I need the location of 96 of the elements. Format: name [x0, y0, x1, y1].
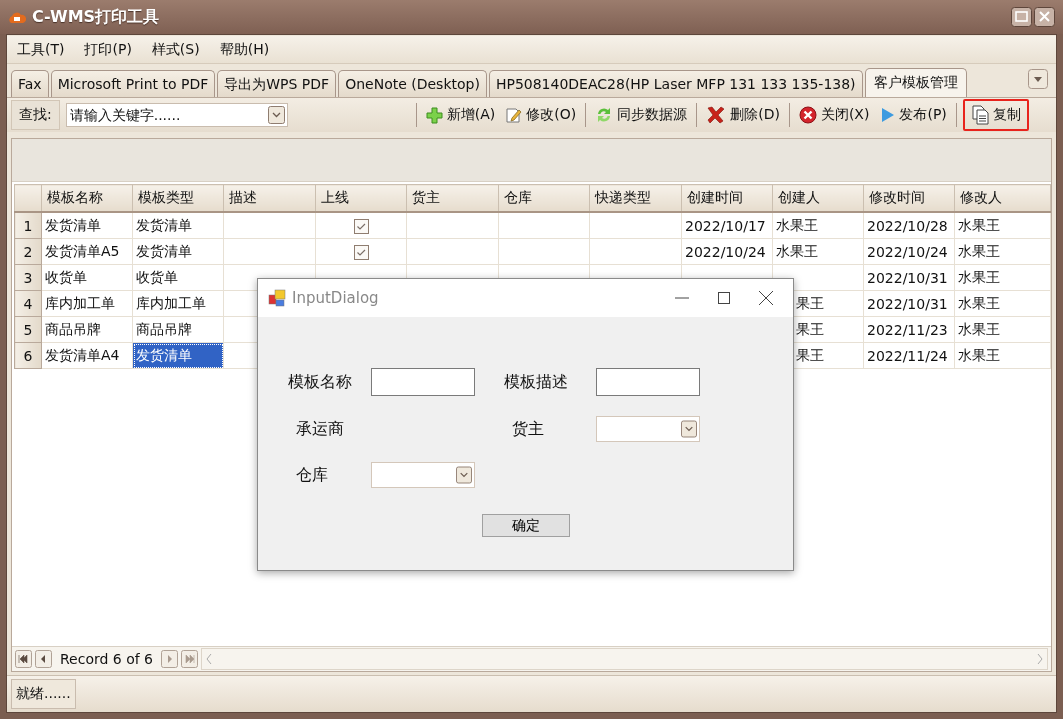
row-header[interactable]: 6 [14, 342, 42, 369]
menu-item[interactable]: 打印(P) [78, 37, 138, 62]
table-cell: 商品吊牌 [132, 316, 224, 343]
row-header[interactable]: 5 [14, 316, 42, 343]
toolbar-button[interactable]: 发布(P) [874, 101, 952, 129]
field-label: 货主 [511, 418, 545, 440]
table-cell: 2022/10/28 [863, 212, 955, 239]
dialog-title: InputDialog [292, 289, 380, 307]
tab[interactable]: HP508140DEAC28(HP Laser MFP 131 133 135-138) [488, 70, 863, 97]
text-input[interactable] [596, 368, 700, 396]
first-record-icon[interactable] [15, 650, 32, 668]
table-cell: 发货清单A5 [41, 238, 133, 265]
table-cell: 水果王 [772, 212, 864, 239]
table-cell: 水果王 [772, 238, 864, 265]
table-cell: 2022/10/17 [681, 212, 773, 239]
close-icon [798, 106, 817, 124]
toolbar-button[interactable]: 同步数据源 [590, 101, 693, 129]
column-header[interactable]: 上线 [315, 184, 407, 212]
play-icon [879, 106, 896, 124]
maximize-icon[interactable] [715, 289, 733, 307]
tab[interactable]: 客户模板管理 [864, 68, 967, 97]
search-label: 查找: [11, 100, 60, 130]
table-cell: 水果王 [954, 342, 1051, 369]
header-cell [14, 184, 42, 212]
table-cell: 水果王 [954, 316, 1051, 343]
field-label: 模板描述 [504, 371, 569, 393]
column-header[interactable]: 创建人 [772, 184, 864, 212]
field-label: 仓库 [295, 464, 329, 486]
checkbox[interactable] [353, 218, 369, 234]
column-header[interactable]: 修改人 [954, 184, 1051, 212]
record-counter: Record 6 of 6 [59, 651, 155, 667]
column-header[interactable]: 创建时间 [681, 184, 773, 212]
row-header[interactable]: 4 [14, 290, 42, 317]
table-cell: 收货单 [41, 264, 133, 291]
table-cell: 水果王 [954, 212, 1051, 239]
column-header[interactable]: 修改时间 [863, 184, 955, 212]
column-header[interactable]: 模板名称 [41, 184, 133, 212]
row-header[interactable]: 1 [14, 212, 42, 239]
toolbar-button[interactable]: 新增(A) [420, 101, 501, 129]
table-cell: 2022/11/23 [863, 316, 955, 343]
dropdown-icon[interactable] [267, 106, 285, 124]
search-field[interactable]: 请输入关键字...... [65, 103, 288, 127]
table-cell: 发货清单 [132, 238, 224, 265]
table-cell: 水果王 [954, 264, 1051, 291]
field-label: 模板名称 [288, 371, 353, 393]
table-cell: 2022/11/24 [863, 342, 955, 369]
toolbar-button[interactable]: 修改(O) [500, 101, 582, 129]
column-header[interactable]: 快递类型 [589, 184, 682, 212]
field-label: 承运商 [295, 418, 345, 440]
tab[interactable]: Fax [11, 70, 49, 97]
table-cell: 2022/10/24 [681, 238, 773, 265]
table-cell: 发货清单 [41, 212, 133, 239]
table-cell: 收货单 [132, 264, 224, 291]
table-cell: 发货清单 [132, 212, 224, 239]
next-record-icon[interactable] [161, 650, 179, 668]
table-cell: 水果王 [954, 238, 1051, 265]
column-header[interactable]: 描述 [223, 184, 316, 212]
toolbar-button[interactable]: 复制 [962, 99, 1029, 131]
table-cell: 库内加工单 [41, 290, 133, 317]
table-cell: 发货清单A4 [41, 342, 133, 369]
column-header[interactable]: 模板类型 [132, 184, 224, 212]
toolbar-button[interactable]: 关闭(X) [793, 101, 875, 129]
tab[interactable]: 导出为WPS PDF [217, 70, 337, 97]
table-cell: 2022/10/31 [863, 290, 955, 317]
row-header[interactable]: 3 [14, 264, 42, 291]
window-title: C-WMS打印工具 [32, 6, 161, 28]
table-cell: 水果王 [954, 290, 1051, 317]
table-cell: 库内加工单 [132, 290, 224, 317]
copy-icon [970, 105, 989, 125]
status-text: 就绪...... [11, 679, 76, 709]
tab[interactable]: OneNote (Desktop) [338, 70, 487, 97]
plus-icon [425, 106, 443, 124]
checkbox[interactable] [353, 244, 369, 260]
table-cell: 发货清单 [132, 342, 224, 369]
ok-button[interactable]: 确定 [481, 514, 570, 537]
tab[interactable]: Microsoft Print to PDF [50, 70, 216, 97]
table-cell: 商品吊牌 [41, 316, 133, 343]
close-icon[interactable] [757, 289, 775, 307]
table-cell: 2022/10/24 [863, 238, 955, 265]
menu-item[interactable]: 帮助(H) [213, 37, 276, 62]
maximize-icon[interactable] [1011, 7, 1032, 27]
table-cell: 2022/10/31 [863, 264, 955, 291]
dropdown-icon[interactable] [1028, 69, 1048, 89]
row-header[interactable]: 2 [14, 238, 42, 265]
text-input[interactable] [371, 368, 475, 396]
toolbar-button[interactable]: 删除(D) [701, 100, 785, 130]
edit-icon [505, 106, 523, 124]
delete-icon [706, 105, 727, 125]
menu-item[interactable]: 样式(S) [145, 37, 206, 62]
close-icon[interactable] [1034, 7, 1055, 27]
column-header[interactable]: 货主 [406, 184, 499, 212]
menu-item[interactable]: 工具(T) [11, 37, 71, 62]
app-icon [268, 289, 286, 307]
previous-record-icon[interactable] [35, 650, 52, 668]
last-record-icon[interactable] [181, 650, 199, 668]
column-header[interactable]: 仓库 [498, 184, 590, 212]
